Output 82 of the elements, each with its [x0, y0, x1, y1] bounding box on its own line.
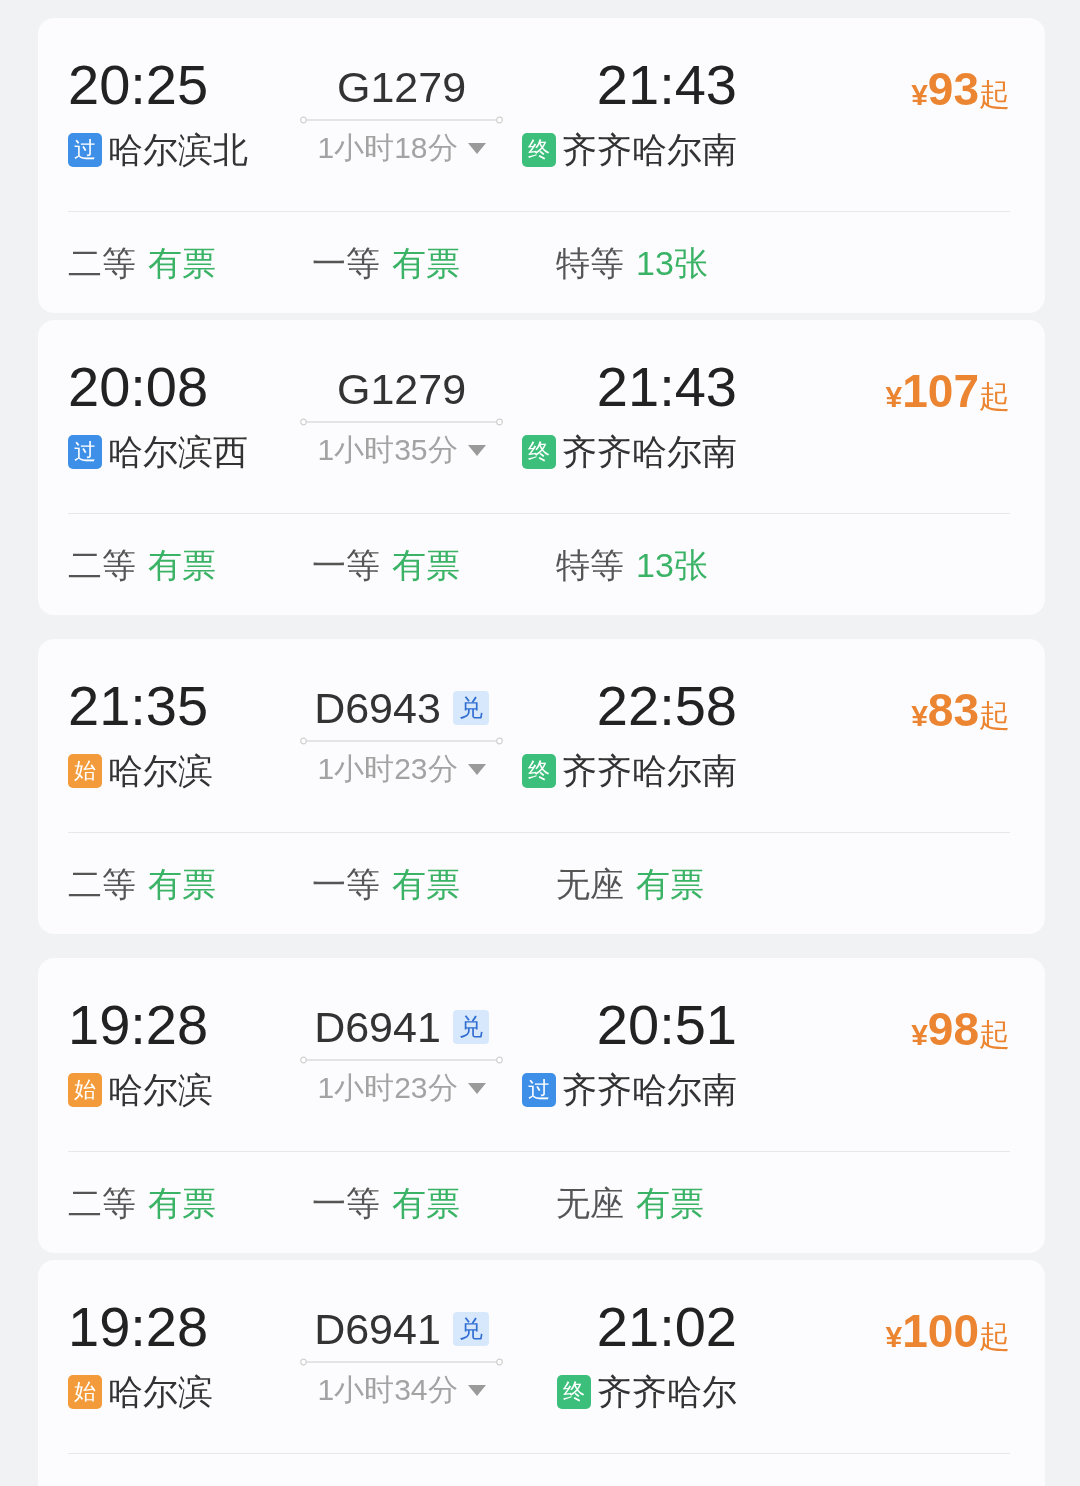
price-text: ¥100起: [885, 1305, 1010, 1357]
price-text: ¥83起: [911, 684, 1010, 736]
departure-time: 20:25: [68, 59, 209, 111]
departure-time: 20:08: [68, 361, 209, 413]
train-number: D6941: [314, 1306, 441, 1352]
departure-station: 哈尔滨西: [108, 432, 248, 472]
departure-time: 21:35: [68, 680, 209, 732]
price-text: ¥93起: [911, 63, 1010, 115]
train-number: D6943: [314, 685, 441, 731]
train-number: D6941: [314, 1004, 441, 1050]
caret-icon: [467, 1082, 486, 1094]
seat-class-label: 二等: [68, 864, 136, 905]
seat-class-label: 特等: [556, 545, 624, 586]
train-card[interactable]: 19:28 始 哈尔滨 D6941 兑 1小时23分 20:51 过 齐齐哈尔南 ¥98起 二等 有票 一等 有票 无座 有票: [38, 958, 1045, 1253]
train-card[interactable]: 20:08 过 哈尔滨西 G1279 1小时35分 21:43 终 齐齐哈尔南 ¥107起 二等 有票 一等 有票 特等 13张: [38, 320, 1045, 615]
price-text: ¥98起: [911, 1003, 1010, 1055]
train-card[interactable]: 19:28 始 哈尔滨 D6941 兑 1小时34分 21:02 终 齐齐哈尔 ¥100起: [38, 1260, 1045, 1486]
seat-availability: 有票: [392, 864, 460, 905]
arrival-time: 22:58: [596, 680, 737, 732]
departure-station: 哈尔滨北: [108, 130, 248, 170]
seat-class-label: 一等: [312, 243, 380, 284]
stop-type-tag: 终: [522, 754, 556, 788]
train-tag: 兑: [452, 1010, 489, 1044]
stop-type-tag: 过: [68, 435, 102, 469]
train-tag: 兑: [452, 691, 489, 725]
train-card[interactable]: 21:35 始 哈尔滨 D6943 兑 1小时23分 22:58 终 齐齐哈尔南 ¥83起 二等 有票 一等 有票 无座 有票: [38, 639, 1045, 934]
departure-time: 19:28: [68, 999, 209, 1051]
train-card[interactable]: 20:25 过 哈尔滨北 G1279 1小时18分 21:43 终 齐齐哈尔南 ¥93起 二等 有票 一等 有票 特等 13张: [38, 18, 1045, 313]
arrival-time: 20:51: [596, 999, 737, 1051]
seat-class-label: 一等: [312, 864, 380, 905]
departure-station: 哈尔滨: [108, 751, 213, 791]
seat-availability: 有票: [148, 545, 216, 586]
seat-availability: 有票: [148, 243, 216, 284]
arrival-station: 齐齐哈尔南: [562, 751, 737, 791]
route-line-icon: [300, 1358, 503, 1366]
seat-availability: 有票: [392, 243, 460, 284]
train-tag: 兑: [452, 1312, 489, 1346]
train-number: G1279: [336, 366, 467, 412]
seat-availability: 有票: [392, 545, 460, 586]
seat-class-label: 一等: [312, 1183, 380, 1224]
price-text: ¥107起: [885, 365, 1010, 417]
route-line-icon: [300, 418, 503, 426]
seat-availability: 有票: [636, 864, 704, 905]
stop-type-tag: 过: [68, 133, 102, 167]
arrival-station: 齐齐哈尔南: [562, 432, 737, 472]
stop-type-tag: 终: [522, 435, 556, 469]
caret-icon: [467, 444, 486, 456]
caret-icon: [467, 1384, 486, 1396]
arrival-station: 齐齐哈尔: [597, 1372, 737, 1412]
departure-station: 哈尔滨: [108, 1070, 213, 1110]
arrival-time: 21:43: [596, 361, 737, 413]
arrival-station: 齐齐哈尔南: [562, 1070, 737, 1110]
seat-availability: 13张: [636, 243, 708, 284]
seat-availability: 有票: [148, 1183, 216, 1224]
arrival-time: 21:43: [596, 59, 737, 111]
seat-class-label: 二等: [68, 545, 136, 586]
seat-class-label: 二等: [68, 243, 136, 284]
stop-type-tag: 始: [68, 754, 102, 788]
stop-type-tag: 始: [68, 1375, 102, 1409]
arrival-time: 21:02: [596, 1301, 737, 1353]
seat-class-label: 无座: [556, 1183, 624, 1224]
train-number: G1279: [336, 64, 467, 110]
departure-time: 19:28: [68, 1301, 209, 1353]
stop-type-tag: 终: [557, 1375, 591, 1409]
caret-icon: [467, 763, 486, 775]
seat-availability: 有票: [392, 1183, 460, 1224]
stop-type-tag: 过: [522, 1073, 556, 1107]
seat-availability: 13张: [636, 545, 708, 586]
arrival-station: 齐齐哈尔南: [562, 130, 737, 170]
stop-type-tag: 始: [68, 1073, 102, 1107]
route-line-icon: [300, 1056, 503, 1064]
seat-class-label: 一等: [312, 545, 380, 586]
route-line-icon: [300, 116, 503, 124]
seat-class-label: 二等: [68, 1183, 136, 1224]
route-line-icon: [300, 737, 503, 745]
departure-station: 哈尔滨: [108, 1372, 213, 1412]
seat-class-label: 无座: [556, 864, 624, 905]
seat-class-label: 特等: [556, 243, 624, 284]
seat-availability: 有票: [636, 1183, 704, 1224]
seat-availability: 有票: [148, 864, 216, 905]
caret-icon: [467, 142, 486, 154]
stop-type-tag: 终: [522, 133, 556, 167]
